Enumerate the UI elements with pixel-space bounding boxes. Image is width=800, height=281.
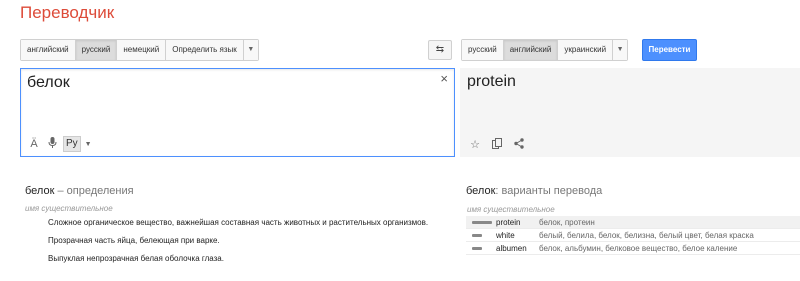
chevron-down-icon: ▼ bbox=[247, 46, 255, 53]
frequency-indicator bbox=[466, 229, 496, 241]
target-lang-russian[interactable]: русский bbox=[462, 40, 504, 60]
translation-word[interactable]: albumen bbox=[496, 244, 539, 253]
star-icon[interactable]: ☆ bbox=[468, 138, 482, 152]
clear-button[interactable]: × bbox=[440, 71, 448, 86]
source-lang-english[interactable]: английский bbox=[21, 40, 76, 60]
share-icon[interactable] bbox=[512, 138, 526, 152]
part-of-speech: имя существительное bbox=[467, 205, 555, 214]
source-language-bar: английский русский немецкий Определить я… bbox=[20, 39, 259, 61]
translation-row: protein белок, протеин bbox=[466, 216, 800, 229]
microphone-icon bbox=[48, 137, 56, 148]
copy-icon bbox=[492, 138, 502, 149]
source-text-area[interactable]: белок × Ä Ру ▼ bbox=[20, 68, 455, 157]
definitions-section: белок – определения имя существительное … bbox=[25, 185, 445, 264]
microphone-icon[interactable] bbox=[45, 137, 59, 151]
source-text[interactable]: белок bbox=[27, 74, 70, 92]
translation-word[interactable]: protein bbox=[496, 218, 539, 227]
frequency-indicator bbox=[466, 242, 496, 254]
translations-section: белок: варианты перевода имя существител… bbox=[466, 185, 800, 255]
swap-languages-button[interactable]: ⇆ bbox=[428, 40, 452, 60]
close-icon: × bbox=[440, 71, 448, 86]
part-of-speech: имя существительное bbox=[25, 204, 113, 213]
frequency-indicator bbox=[466, 216, 496, 228]
translation-synonyms: белок, альбумин, белковое вещество, бело… bbox=[539, 243, 738, 253]
translation-synonyms: белый, белила, белок, белизна, белый цве… bbox=[539, 230, 754, 240]
translation-row: albumen белок, альбумин, белковое вещест… bbox=[466, 242, 800, 255]
target-lang-english[interactable]: английский bbox=[503, 40, 559, 60]
definitions-heading: белок – определения bbox=[25, 185, 445, 197]
app-title: Переводчик bbox=[20, 3, 115, 22]
translation-row: white белый, белила, белок, белизна, бел… bbox=[466, 229, 800, 242]
translate-button[interactable]: Перевести bbox=[642, 39, 697, 61]
definitions-suffix: – определения bbox=[54, 185, 134, 197]
target-lang-dropdown[interactable]: ▼ bbox=[613, 40, 628, 60]
translations-table: protein белок, протеин white белый, бели… bbox=[466, 216, 800, 255]
share-icon bbox=[514, 138, 524, 149]
target-language-bar: русский английский украинский ▼ bbox=[461, 39, 629, 61]
definition-item: Сложное органическое вещество, важнейшая… bbox=[48, 218, 429, 227]
swap-languages-icon: ⇆ bbox=[435, 44, 445, 55]
source-lang-russian[interactable]: русский bbox=[75, 40, 118, 60]
detect-language-button[interactable]: Определить язык bbox=[166, 40, 244, 60]
definition-item: Выпуклая непрозрачная белая оболочка гла… bbox=[48, 254, 224, 263]
translation-word[interactable]: white bbox=[496, 231, 539, 240]
chevron-down-icon[interactable]: ▼ bbox=[85, 141, 92, 148]
translations-heading: белок: варианты перевода bbox=[466, 185, 800, 197]
copy-icon[interactable] bbox=[490, 138, 504, 152]
keyboard-button[interactable]: Ру bbox=[63, 136, 81, 152]
definitions-word: белок bbox=[25, 185, 55, 197]
transliteration-icon[interactable]: Ä bbox=[27, 138, 41, 150]
translations-suffix: : варианты перевода bbox=[495, 185, 603, 197]
translation-synonyms: белок, протеин bbox=[539, 217, 595, 227]
definition-item: Прозрачная часть яйца, белеющая при варк… bbox=[48, 236, 220, 245]
chevron-down-icon: ▼ bbox=[616, 46, 624, 53]
source-tools: Ä Ру ▼ bbox=[27, 136, 92, 152]
source-lang-dropdown[interactable]: ▼ bbox=[243, 40, 258, 60]
result-tools: ☆ bbox=[468, 138, 526, 152]
translations-word: белок bbox=[466, 185, 496, 197]
target-lang-ukrainian[interactable]: украинский bbox=[558, 40, 614, 60]
result-area: protein ☆ bbox=[460, 68, 800, 157]
result-text: protein bbox=[467, 73, 516, 90]
source-lang-german[interactable]: немецкий bbox=[117, 40, 167, 60]
